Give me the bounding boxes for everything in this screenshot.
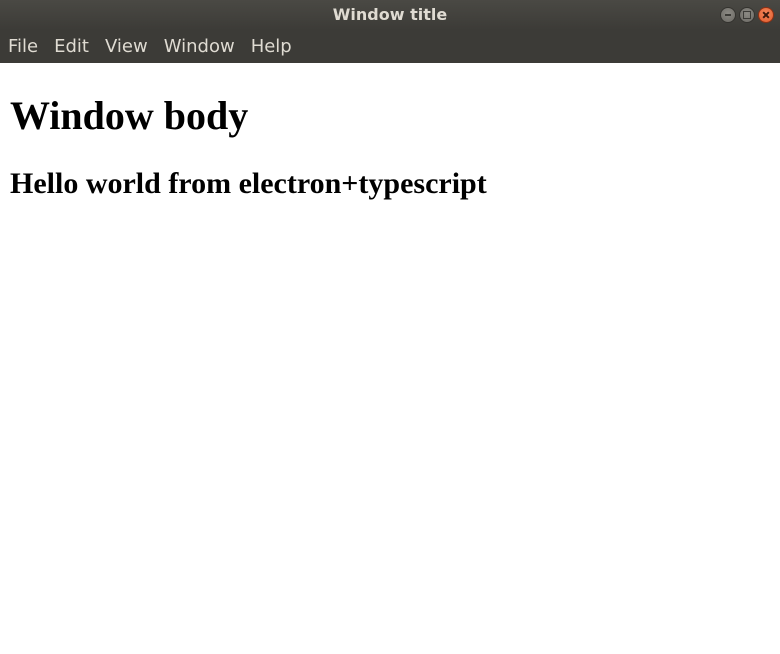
close-icon[interactable] <box>758 7 774 23</box>
title-bar[interactable]: Window title <box>0 0 780 30</box>
menu-bar: File Edit View Window Help <box>0 30 780 63</box>
window-body: Window body Hello world from electron+ty… <box>0 93 780 201</box>
menu-file[interactable]: File <box>0 30 46 63</box>
menu-window[interactable]: Window <box>156 30 243 63</box>
page-heading: Window body <box>10 93 249 138</box>
menu-edit[interactable]: Edit <box>46 30 97 63</box>
window-title: Window title <box>332 5 448 24</box>
window-controls <box>720 7 774 23</box>
menu-view[interactable]: View <box>97 30 156 63</box>
menu-help[interactable]: Help <box>243 30 300 63</box>
minimize-icon[interactable] <box>720 7 736 23</box>
maximize-icon[interactable] <box>739 7 755 23</box>
page-subheading: Hello world from electron+typescript <box>10 167 487 200</box>
app-window: Window title File Edit View Window Help … <box>0 0 780 654</box>
